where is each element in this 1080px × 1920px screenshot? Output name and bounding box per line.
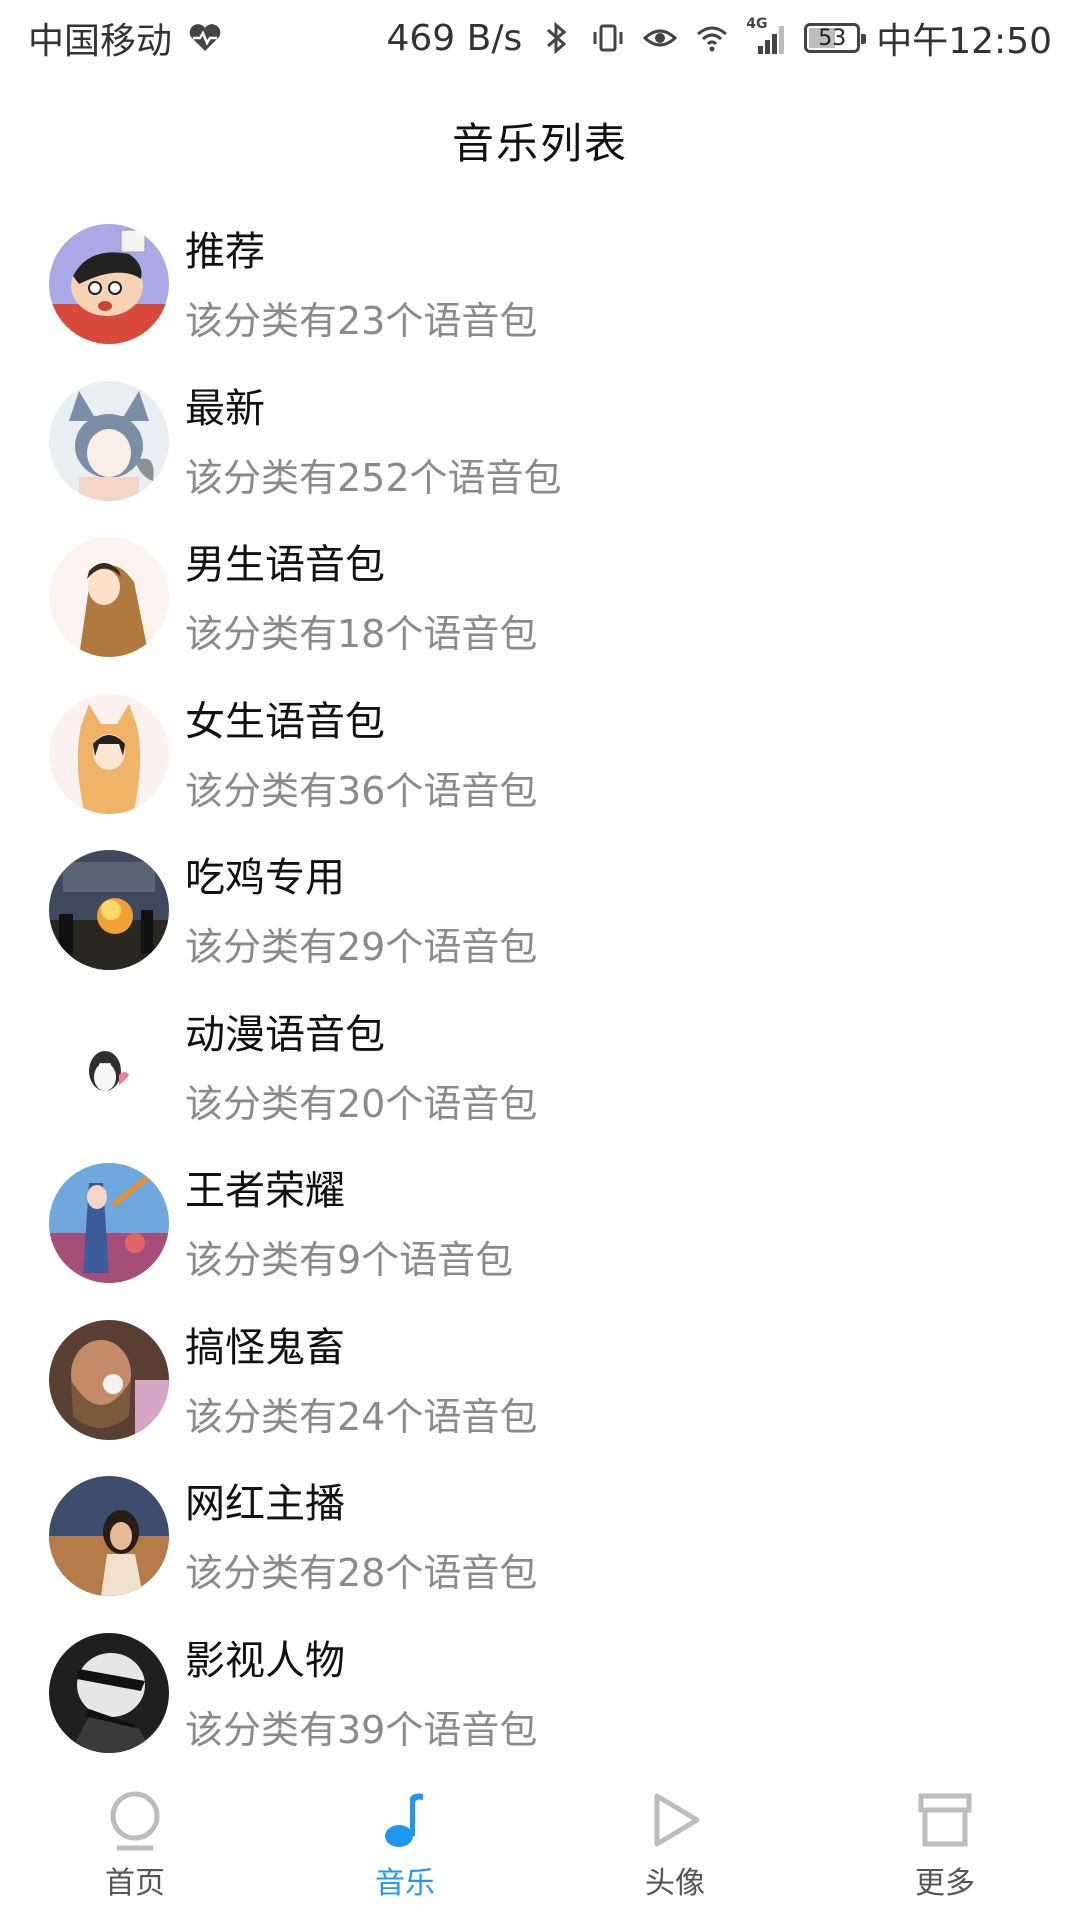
item-subtitle: 该分类有29个语音包 (185, 925, 538, 969)
tab-music-label: 音乐 (375, 1866, 435, 1901)
network-type: 4G (746, 16, 768, 32)
play-triangle-icon (654, 1793, 700, 1847)
item-subtitle: 该分类有20个语音包 (185, 1081, 538, 1126)
clock: 中午12:50 (876, 21, 1052, 62)
item-subtitle: 该分类有36个语音包 (185, 768, 538, 813)
item-subtitle: 该分类有24个语音包 (185, 1394, 538, 1439)
status-left: 中国移动 (28, 12, 222, 64)
list-item[interactable]: 网红主播 该分类有28个语音包 (0, 1470, 1080, 1627)
item-title: 搞怪鬼畜 (185, 1324, 345, 1371)
network-speed: 469 B/s (386, 17, 523, 59)
fox-hood-girl-avatar (49, 693, 169, 814)
box-more-icon (918, 1793, 972, 1847)
music-note-icon (385, 1793, 423, 1847)
item-title: 动漫语音包 (185, 1011, 385, 1058)
item-title: 网红主播 (185, 1481, 345, 1527)
heart-icon (189, 24, 221, 51)
item-title: 男生语音包 (185, 542, 385, 588)
carrier-label: 中国移动 (28, 21, 173, 62)
list-item[interactable]: 王者荣耀 该分类有9个语音包 (0, 1157, 1080, 1314)
list-item[interactable]: 搞怪鬼畜 该分类有24个语音包 (0, 1314, 1080, 1471)
list-item[interactable]: 影视人物 该分类有39个语音包 (0, 1627, 1080, 1784)
list-item[interactable]: 推荐 该分类有23个语音包 (0, 218, 1080, 375)
tab-home[interactable]: 首页 (35, 1788, 235, 1902)
bluetooth-icon (547, 21, 567, 55)
tab-avatar[interactable]: 头像 (575, 1788, 775, 1902)
list-item[interactable]: 最新 该分类有252个语音包 (0, 375, 1080, 532)
cartoon-boy-avatar (49, 224, 169, 344)
bottom-nav: 首页 音乐 头像 更多 (0, 1774, 1080, 1920)
hooded-boy-avatar (49, 537, 169, 657)
eye-icon (643, 29, 678, 47)
game-scene-avatar (49, 850, 169, 970)
list-item[interactable]: 女生语音包 该分类有36个语音包 (0, 688, 1080, 845)
circle-home-icon (110, 1791, 160, 1851)
bw-character-avatar (49, 1632, 169, 1753)
item-title: 女生语音包 (185, 698, 385, 745)
status-right: 469 B/s 4G 53 中午12:50 (387, 12, 1053, 64)
item-subtitle: 该分类有39个语音包 (185, 1707, 538, 1752)
girl-photo-avatar (49, 1476, 169, 1596)
tab-avatar-label: 头像 (645, 1866, 705, 1901)
game-hero-avatar (49, 1163, 169, 1283)
item-subtitle: 该分类有252个语音包 (185, 455, 562, 500)
item-subtitle: 该分类有18个语音包 (185, 612, 538, 656)
penguin-avatar (49, 1006, 169, 1127)
item-subtitle: 该分类有23个语音包 (185, 299, 538, 343)
battery-icon: 53 (804, 23, 867, 53)
category-list: 推荐 该分类有23个语音包 最新 该分类有252个语音包 男生语音包 该分类有1… (0, 218, 1080, 1783)
item-subtitle: 该分类有28个语音包 (185, 1551, 538, 1595)
item-title: 吃鸡专用 (185, 855, 345, 901)
vibrate-icon (593, 24, 623, 52)
status-bar: 中国移动 469 B/s 4G 53 中午12:50 (0, 0, 1080, 76)
funny-man-avatar (49, 1319, 169, 1440)
tab-home-label: 首页 (105, 1866, 165, 1901)
tab-more-label: 更多 (915, 1866, 975, 1901)
wifi-icon (697, 26, 728, 52)
anime-cat-girl-avatar (49, 380, 169, 501)
item-title: 王者荣耀 (185, 1168, 345, 1214)
tab-music[interactable]: 音乐 (305, 1788, 505, 1902)
list-item[interactable]: 动漫语音包 该分类有20个语音包 (0, 1001, 1080, 1158)
signal-icon: 4G (746, 16, 788, 56)
item-title: 推荐 (185, 229, 265, 275)
battery-level: 53 (818, 25, 847, 51)
item-title: 最新 (185, 385, 265, 432)
list-item[interactable]: 吃鸡专用 该分类有29个语音包 (0, 844, 1080, 1001)
item-subtitle: 该分类有9个语音包 (185, 1238, 514, 1282)
tab-more[interactable]: 更多 (845, 1788, 1045, 1902)
list-item[interactable]: 男生语音包 该分类有18个语音包 (0, 531, 1080, 688)
page-title: 音乐列表 (451, 119, 628, 168)
item-title: 影视人物 (185, 1637, 345, 1684)
